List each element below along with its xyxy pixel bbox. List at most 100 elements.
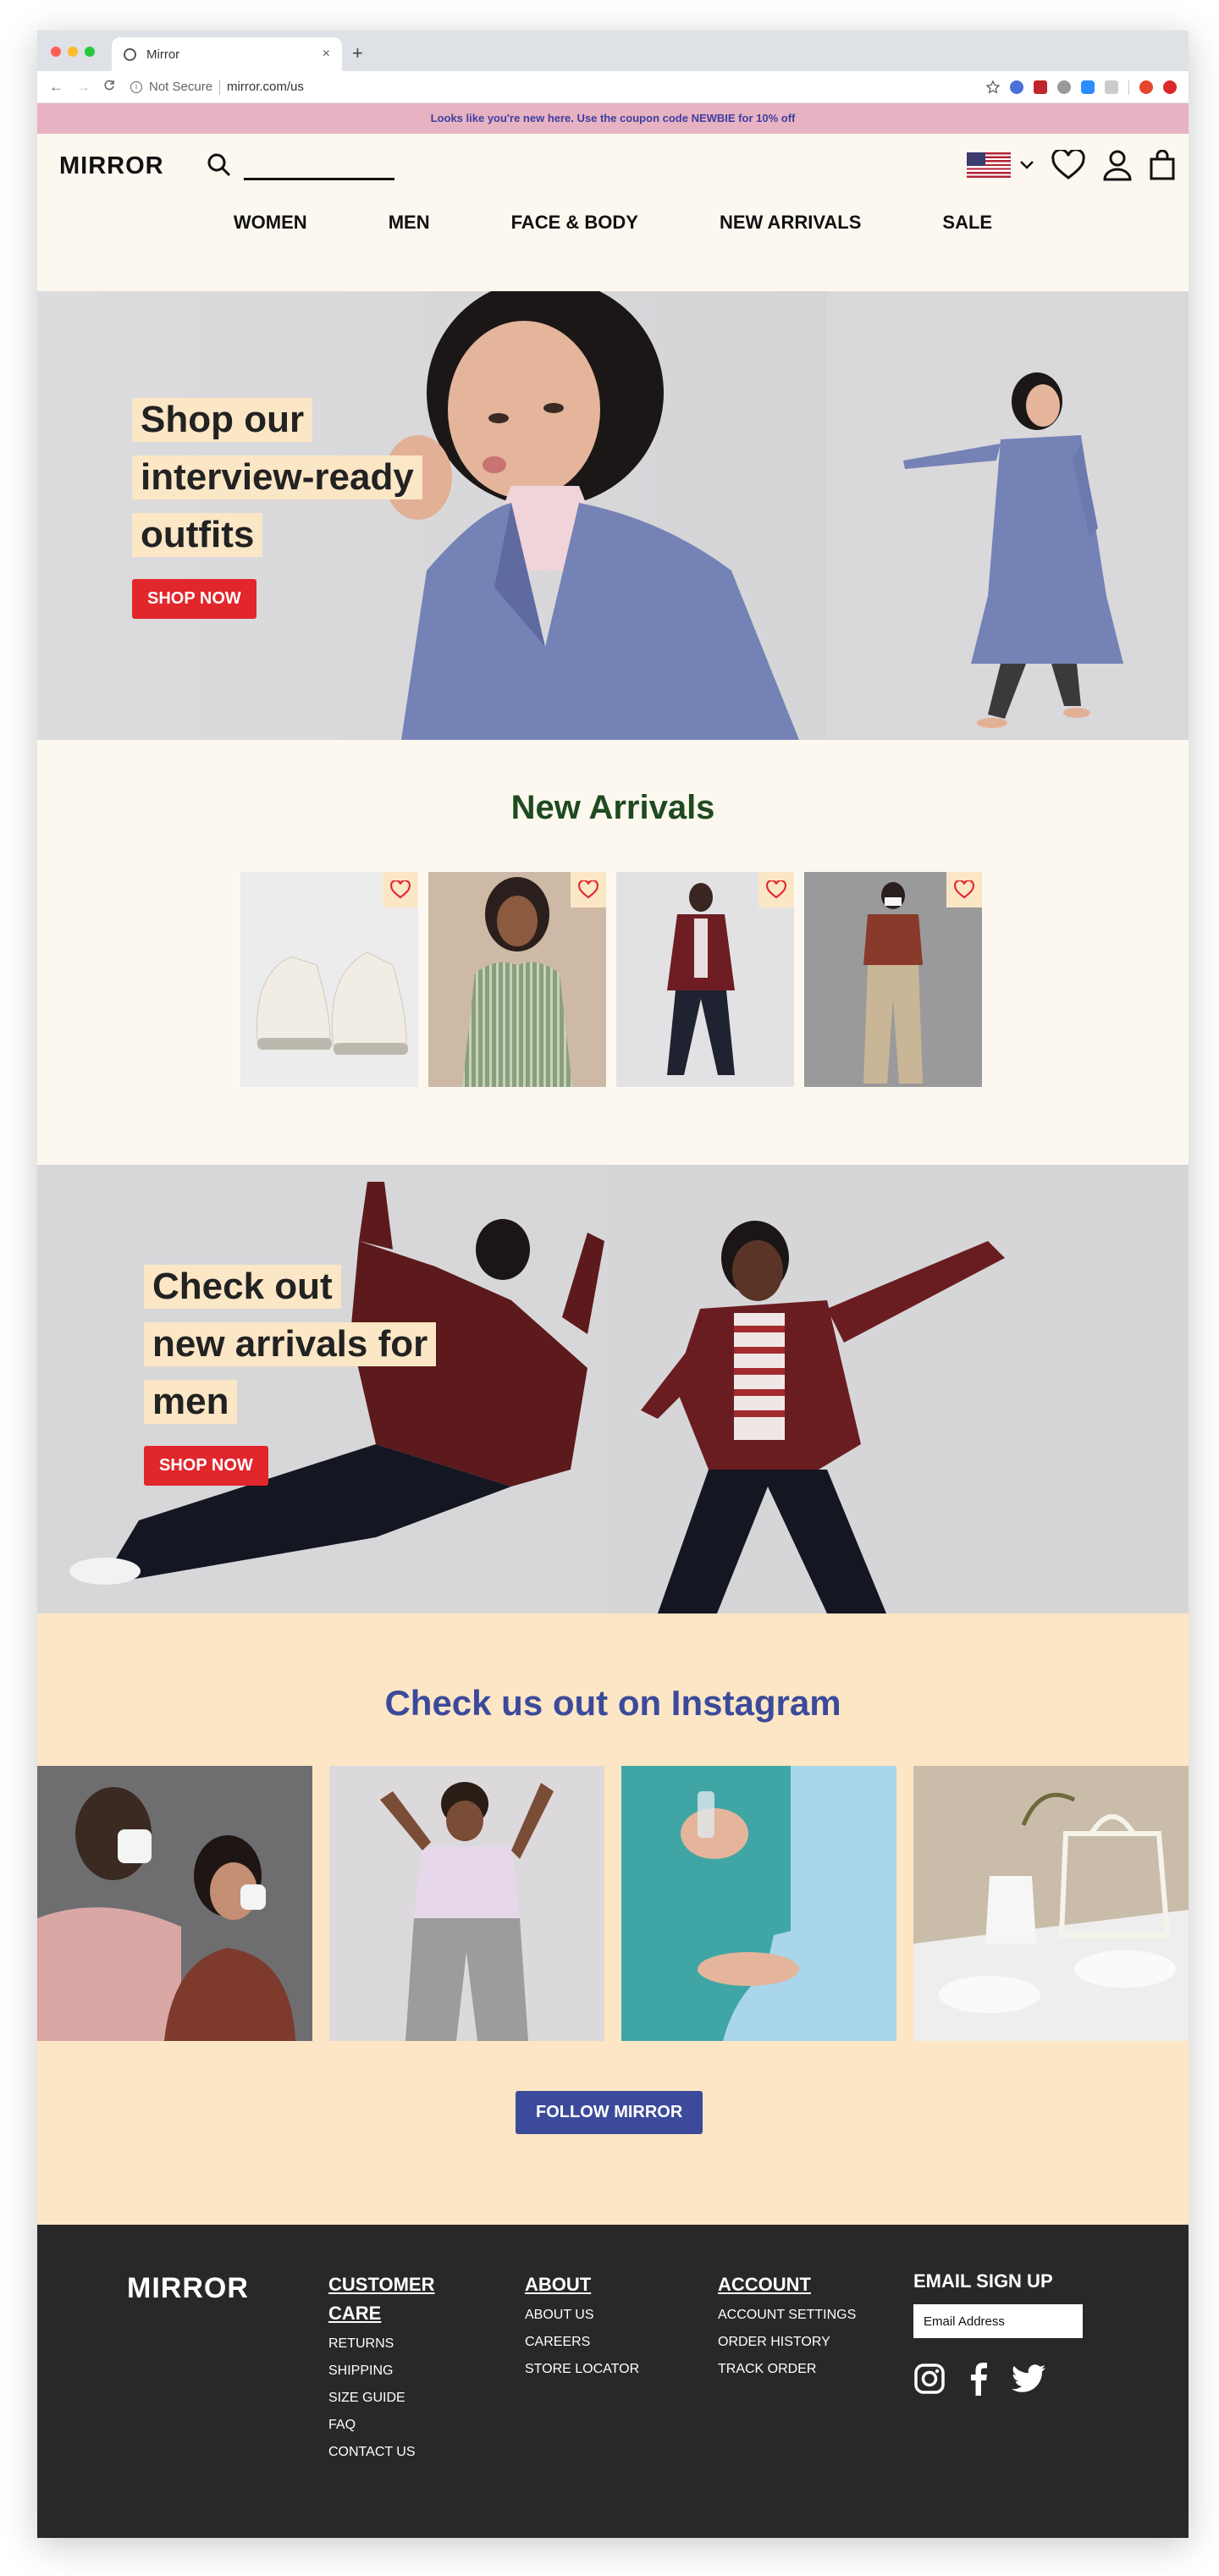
country-selector[interactable] xyxy=(967,152,1034,178)
footer-link-track-order[interactable]: TRACK ORDER xyxy=(718,2362,856,2377)
footer-link-shipping[interactable]: SHIPPING xyxy=(328,2364,435,2379)
product-card[interactable] xyxy=(616,872,794,1087)
instagram-title: Check us out on Instagram xyxy=(384,1683,841,1723)
not-secure-label: Not Secure xyxy=(149,80,213,94)
follow-mirror-button[interactable]: FOLLOW MIRROR xyxy=(516,2091,703,2134)
extension-icon-5[interactable] xyxy=(1105,80,1118,94)
site-logo[interactable]: MIRROR xyxy=(59,152,164,180)
bookmark-star-icon[interactable] xyxy=(986,80,1000,94)
new-tab-button[interactable]: + xyxy=(352,42,363,64)
hero-image-right xyxy=(827,291,1189,740)
footer-link-store-locator[interactable]: STORE LOCATOR xyxy=(525,2362,639,2377)
extension-icon-1[interactable] xyxy=(1010,80,1023,94)
heart-icon xyxy=(766,880,786,899)
heart-icon xyxy=(390,880,411,899)
site-footer: MIRROR CUSTOMER CARE RETURNS SHIPPING SIZ… xyxy=(37,2225,1189,2538)
product-card[interactable] xyxy=(240,872,418,1087)
product-card[interactable] xyxy=(428,872,606,1087)
main-nav: WOMEN MEN FACE & BODY NEW ARRIVALS SALE xyxy=(37,212,1189,234)
search-input[interactable] xyxy=(244,178,394,180)
minimize-window-button[interactable] xyxy=(68,47,78,57)
reload-icon xyxy=(104,80,114,90)
nav-sale[interactable]: SALE xyxy=(942,212,992,234)
hero-heading-line: Shop our xyxy=(132,398,313,442)
footer-heading: ABOUT xyxy=(525,2274,592,2295)
reload-button[interactable] xyxy=(103,79,115,96)
forward-button[interactable]: → xyxy=(76,79,91,96)
footer-heading: CUSTOMER CARE xyxy=(328,2274,435,2324)
facebook-icon[interactable] xyxy=(969,2362,988,2396)
men-banner: Check out new arrivals for men SHOP NOW xyxy=(37,1165,1189,1613)
close-window-button[interactable] xyxy=(51,47,61,57)
instagram-post[interactable] xyxy=(329,1766,604,2041)
footer-link-returns[interactable]: RETURNS xyxy=(328,2336,435,2352)
heart-icon[interactable] xyxy=(1051,150,1085,180)
email-field[interactable] xyxy=(913,2304,1083,2338)
nav-face-body[interactable]: FACE & BODY xyxy=(511,212,638,234)
men-shop-now-button[interactable]: SHOP NOW xyxy=(144,1446,268,1486)
footer-link-about-us[interactable]: ABOUT US xyxy=(525,2308,639,2323)
footer-link-order-history[interactable]: ORDER HISTORY xyxy=(718,2335,856,2350)
wishlist-button[interactable] xyxy=(946,872,982,907)
info-icon[interactable]: i xyxy=(130,80,142,93)
extension-icon-6[interactable] xyxy=(1163,80,1177,94)
footer-about: ABOUT ABOUT US CAREERS STORE LOCATOR xyxy=(525,2270,639,2389)
maximize-window-button[interactable] xyxy=(85,47,95,57)
shopping-bag-icon[interactable] xyxy=(1150,150,1175,180)
account-icon[interactable] xyxy=(1102,149,1133,181)
heart-icon xyxy=(954,880,974,899)
browser-window: Mirror × + ← → i Not Secure mirror.com/u… xyxy=(37,30,1189,2538)
search-icon[interactable] xyxy=(207,152,232,178)
wishlist-button[interactable] xyxy=(758,872,794,907)
promo-banner: Looks like you're new here. Use the coup… xyxy=(37,103,1189,134)
instagram-section: Check us out on Instagram FOLLOW MIRROR xyxy=(37,1613,1189,2225)
close-tab-icon[interactable]: × xyxy=(323,47,330,62)
address-bar[interactable]: i Not Secure mirror.com/us xyxy=(130,79,304,95)
twitter-icon[interactable] xyxy=(1012,2364,1045,2393)
chevron-down-icon xyxy=(1020,161,1034,169)
men-heading-line: men xyxy=(144,1380,238,1424)
men-image-right xyxy=(607,1165,1189,1613)
browser-toolbar: ← → i Not Secure mirror.com/us xyxy=(37,71,1189,103)
instagram-post[interactable] xyxy=(621,1766,896,2041)
instagram-post[interactable] xyxy=(913,1766,1189,2041)
footer-link-careers[interactable]: CAREERS xyxy=(525,2335,639,2350)
product-grid xyxy=(240,872,982,1087)
footer-link-contact[interactable]: CONTACT US xyxy=(328,2445,435,2460)
hero-heading-line: interview-ready xyxy=(132,455,422,499)
browser-tab[interactable]: Mirror × xyxy=(112,37,342,71)
footer-customer-care: CUSTOMER CARE RETURNS SHIPPING SIZE GUIDE… xyxy=(328,2270,435,2472)
hero-shop-now-button[interactable]: SHOP NOW xyxy=(132,579,256,619)
heart-icon xyxy=(578,880,598,899)
social-links xyxy=(913,2362,1083,2396)
email-signup-title: EMAIL SIGN UP xyxy=(913,2270,1053,2292)
hero-heading-line: outfits xyxy=(132,513,263,557)
tab-title: Mirror xyxy=(146,47,180,62)
profile-avatar-icon[interactable] xyxy=(1139,80,1153,94)
extension-icon-4[interactable] xyxy=(1081,80,1095,94)
extension-icon-3[interactable] xyxy=(1057,80,1071,94)
wishlist-button[interactable] xyxy=(571,872,606,907)
tab-bar: Mirror × + xyxy=(37,30,1189,71)
instagram-grid xyxy=(37,1766,1189,2041)
footer-account: ACCOUNT ACCOUNT SETTINGS ORDER HISTORY T… xyxy=(718,2270,856,2389)
footer-logo[interactable]: MIRROR xyxy=(127,2272,249,2305)
nav-new-arrivals[interactable]: NEW ARRIVALS xyxy=(720,212,861,234)
header-icons xyxy=(967,149,1175,181)
extension-icon-2[interactable] xyxy=(1034,80,1047,94)
new-arrivals-section: New Arrivals xyxy=(37,740,1189,1165)
nav-men[interactable]: MEN xyxy=(389,212,430,234)
product-card[interactable] xyxy=(804,872,982,1087)
instagram-icon[interactable] xyxy=(913,2363,946,2395)
footer-heading: ACCOUNT xyxy=(718,2274,811,2295)
hero-copy: Shop our interview-ready outfits SHOP NO… xyxy=(132,398,422,619)
men-copy: Check out new arrivals for men SHOP NOW xyxy=(144,1265,437,1486)
instagram-post[interactable] xyxy=(37,1766,312,2041)
wishlist-button[interactable] xyxy=(383,872,418,907)
footer-link-faq[interactable]: FAQ xyxy=(328,2418,435,2433)
back-button[interactable]: ← xyxy=(49,79,63,96)
footer-link-size-guide[interactable]: SIZE GUIDE xyxy=(328,2391,435,2406)
footer-link-account-settings[interactable]: ACCOUNT SETTINGS xyxy=(718,2308,856,2323)
url-text[interactable]: mirror.com/us xyxy=(227,80,304,94)
nav-women[interactable]: WOMEN xyxy=(234,212,307,234)
